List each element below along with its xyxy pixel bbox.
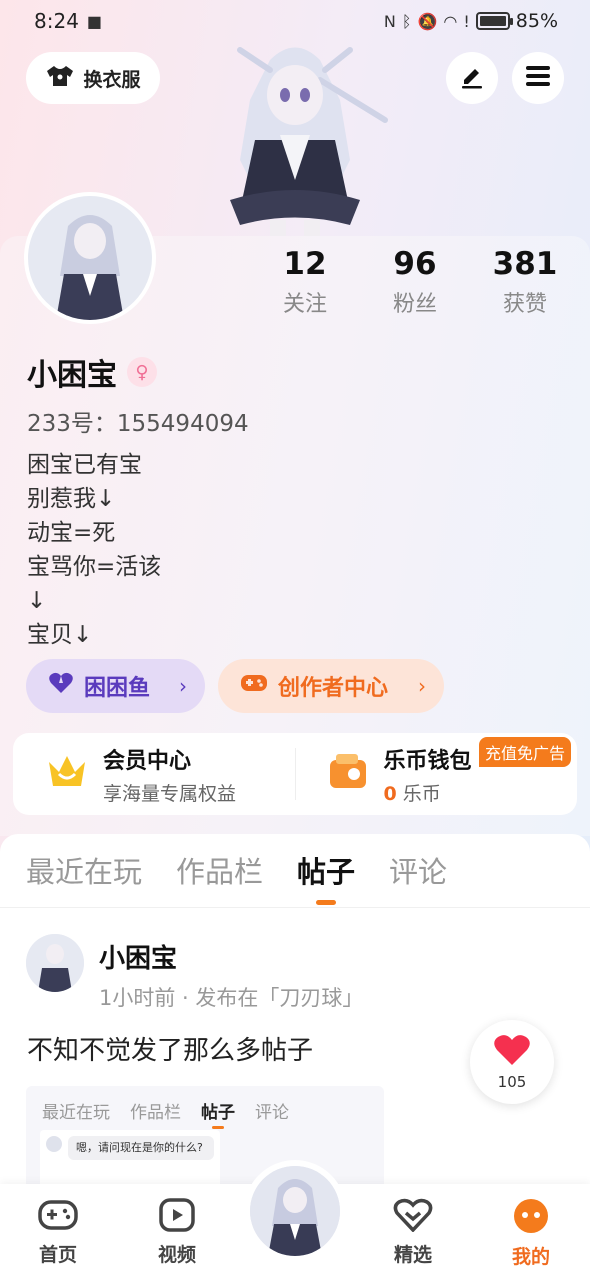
stat-likes[interactable]: 381 获赞 [470,244,580,318]
menu-button[interactable] [512,52,564,104]
nav-label: 视频 [157,1244,196,1266]
battery-icon [475,12,513,30]
nav-me[interactable]: 我的 [491,1198,571,1269]
center-avatar-button[interactable] [244,1160,346,1262]
profile-stats: 12 关注 96 粉丝 381 获赞 [250,244,580,318]
wifi-icon: ◠ [443,11,458,31]
post-text[interactable]: 不知不觉发了那么多帖子 [27,1030,313,1067]
stat-label: 关注 [282,292,327,317]
outfit-button[interactable]: 换衣服 [26,52,160,104]
coin-wallet-entry[interactable]: 乐币钱包 0 乐币 充值免广告 [296,733,578,815]
pen-icon [458,62,486,94]
gamepad-icon [240,672,268,700]
kunkun-fish-chip[interactable]: 困困鱼 › [26,659,205,713]
username: 小困宝 [27,358,117,393]
user-id[interactable]: 233号：155494094 [27,404,249,438]
video-play-icon [157,1198,197,1236]
crown-icon [45,752,89,796]
stat-following[interactable]: 12 关注 [250,244,360,318]
stat-label: 获赞 [502,292,547,317]
post-author-avatar[interactable] [26,934,84,992]
like-count: 105 [497,1073,527,1091]
stat-value: 96 [393,246,437,282]
heart-icon [48,671,74,701]
coin-unit: 乐币 [402,782,441,805]
chevron-right-icon: › [179,674,187,698]
female-gender-icon: ♀ [127,357,157,387]
nav-label: 首页 [38,1244,77,1266]
like-button[interactable]: 105 [470,1020,554,1104]
coin-amount: 0 [383,782,397,805]
post-author-name[interactable]: 小困宝 [99,938,177,975]
profile-tabs: 最近在玩 作品栏 帖子 评论 [0,834,590,908]
profile-dots-icon [511,1199,551,1238]
preview-bubble-text: 嗯，请问现在是你的什么? [68,1136,214,1160]
stat-value: 12 [283,246,327,282]
wallet-icon [328,752,370,796]
chip-label: 创作者中心 [278,676,389,701]
profile-avatar[interactable] [24,192,156,324]
center-avatar [250,1166,340,1256]
vip-wallet-card: 会员中心 享海量专属权益 乐币钱包 0 乐币 充值免广告 [13,733,577,815]
heart-badge-icon [393,1198,433,1236]
tab-recent-play[interactable]: 最近在玩 [26,834,142,907]
tab-comments[interactable]: 评论 [389,834,447,907]
coin-balance: 0 乐币 [384,779,472,806]
hero-character-image[interactable] [200,40,390,236]
bio-line: 别惹我↓ [27,486,116,512]
vip-subtitle: 享海量专属权益 [103,782,237,805]
bluetooth-icon: ᛒ [401,11,412,31]
profile-bio: 困宝已有宝 别惹我↓ 动宝=死 宝骂你=活该 ↓ 宝贝↓ [27,448,161,652]
heart-icon [493,1033,531,1071]
nav-label: 我的 [511,1246,550,1268]
nav-featured[interactable]: 精选 [373,1198,453,1267]
stat-label: 粉丝 [392,292,437,317]
stat-followers[interactable]: 96 粉丝 [360,244,470,318]
username-row: 小困宝 ♀ [27,350,157,394]
edit-profile-button[interactable] [446,52,498,104]
alert-icon: ! [463,11,470,31]
post-meta: 1小时前 · 发布在「刀刃球」 [99,986,364,1010]
preview-tab: 评论 [255,1103,289,1123]
bio-line: 宝贝↓ [27,622,93,648]
nfc-icon: N [383,11,396,31]
creator-center-chip[interactable]: 创作者中心 › [218,659,444,713]
preview-tabs: 最近在玩 作品栏 帖子 评论 [26,1086,384,1129]
bio-line: 困宝已有宝 [27,452,142,478]
tab-works[interactable]: 作品栏 [176,834,263,907]
battery-percent: 85% [515,10,558,32]
preview-tab: 作品栏 [130,1103,181,1123]
promo-tag: 充值免广告 [478,737,571,767]
shirt-icon [45,64,75,93]
chevron-right-icon: › [418,674,426,698]
coin-wallet-title: 乐币钱包 [383,748,472,774]
vip-title: 会员中心 [103,748,192,774]
tab-posts[interactable]: 帖子 [297,834,355,907]
vip-center-entry[interactable]: 会员中心 享海量专属权益 [13,733,295,815]
nav-label: 精选 [393,1244,432,1266]
bio-line: ↓ [27,588,47,614]
menu-icon [525,65,551,91]
gamepad-icon [38,1200,78,1236]
status-bar: 8:24 ■ N ᛒ 🔕 ◠ ! 85% [0,0,590,42]
outfit-label: 换衣服 [83,68,141,91]
bio-line: 动宝=死 [27,520,116,546]
nav-home[interactable]: 首页 [18,1198,98,1267]
screen-record-icon: ■ [86,11,103,31]
preview-tab-active: 帖子 [201,1098,235,1129]
bio-line: 宝骂你=活该 [27,554,162,580]
nav-video[interactable]: 视频 [137,1198,217,1267]
mute-icon: 🔕 [417,11,438,31]
preview-tab: 最近在玩 [42,1103,110,1123]
stat-value: 381 [492,246,558,282]
chip-label: 困困鱼 [84,676,151,701]
status-time: 8:24 [34,9,79,33]
